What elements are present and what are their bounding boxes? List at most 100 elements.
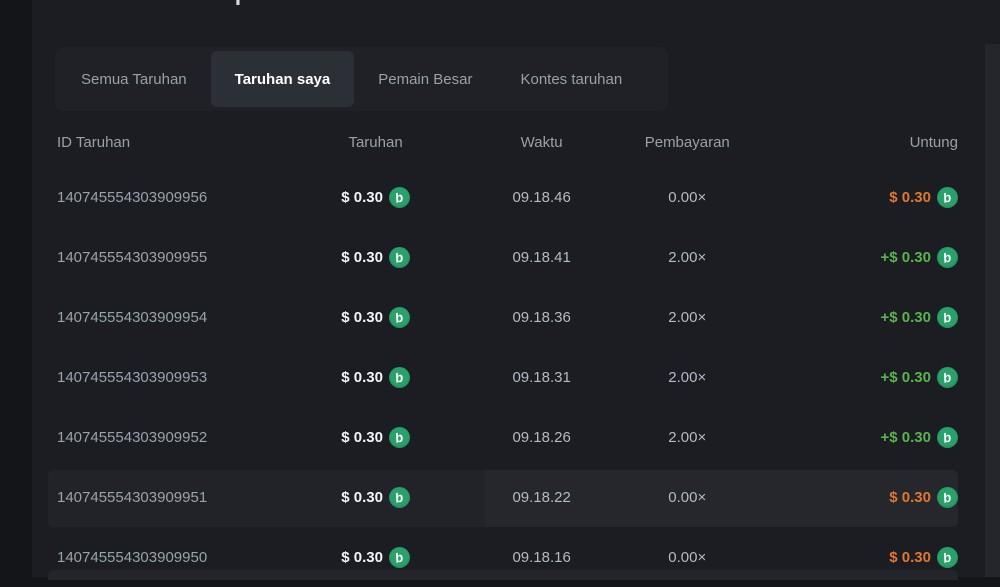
- green-coin-icon: b: [389, 427, 410, 448]
- coin-glyph: b: [394, 370, 405, 385]
- section-title-clipped: Taruhan & Balapan terbaru: [65, 0, 485, 8]
- green-coin-icon: b: [389, 487, 410, 508]
- bet-profit-cell: $ 0.30b: [749, 547, 958, 568]
- column-header-profit: Untung: [749, 134, 958, 151]
- bet-payout-cell: 0.00×: [626, 549, 749, 566]
- bet-time-cell: 09.18.41: [457, 249, 625, 266]
- bet-time: 09.18.46: [512, 189, 570, 206]
- bet-payout-cell: 2.00×: [626, 249, 749, 266]
- tab-taruhan-saya[interactable]: Taruhan saya: [211, 51, 355, 107]
- green-coin-icon: b: [937, 367, 958, 388]
- green-coin-icon: b: [389, 367, 410, 388]
- column-header-time: Waktu: [457, 134, 625, 151]
- coin-glyph: b: [394, 250, 405, 265]
- bet-profit-cell: $ 0.30b: [749, 187, 958, 208]
- bet-time: 09.18.41: [512, 249, 570, 266]
- bet-time-cell: 09.18.36: [457, 309, 625, 326]
- column-header-id: ID Taruhan: [48, 134, 294, 151]
- bet-payout-multiplier: 2.00×: [668, 249, 706, 266]
- bet-id[interactable]: 140745554303909951: [48, 489, 294, 506]
- bet-time-cell: 09.18.26: [457, 429, 625, 446]
- bet-payout-multiplier: 2.00×: [668, 429, 706, 446]
- tab-label: Taruhan saya: [235, 71, 331, 88]
- bet-row[interactable]: 140745554303909956$ 0.30b09.18.460.00×$ …: [48, 167, 958, 227]
- green-coin-icon: b: [389, 307, 410, 328]
- bet-profit-cell: $ 0.30b: [749, 487, 958, 508]
- coin-glyph: b: [942, 370, 953, 385]
- bets-tab-bar: Semua Taruhan Taruhan saya Pemain Besar …: [55, 47, 668, 111]
- tab-semua-taruhan[interactable]: Semua Taruhan: [57, 51, 211, 107]
- bet-amount-cell: $ 0.30 b: [294, 427, 458, 448]
- coin-glyph: b: [394, 190, 405, 205]
- bet-time: 09.18.26: [512, 429, 570, 446]
- bet-id[interactable]: 140745554303909955: [48, 249, 294, 266]
- bet-amount: $ 0.30: [341, 489, 383, 506]
- bet-time-cell: 09.18.16: [457, 549, 625, 566]
- page-title: Taruhan & Balapan terbaru: [65, 0, 485, 6]
- bet-amount-cell: $ 0.30 b: [294, 367, 458, 388]
- bet-payout-multiplier: 0.00×: [668, 489, 706, 506]
- bet-amount: $ 0.30: [341, 189, 383, 206]
- tab-pemain-besar[interactable]: Pemain Besar: [354, 51, 496, 107]
- bet-profit-amount: +$ 0.30: [881, 309, 931, 326]
- tab-kontes-taruhan[interactable]: Kontes taruhan: [496, 51, 646, 107]
- bet-payout-cell: 0.00×: [626, 189, 749, 206]
- bets-panel: Taruhan & Balapan terbaru Semua Taruhan …: [32, 0, 1000, 577]
- coin-glyph: b: [942, 310, 953, 325]
- column-header-payout: Pembayaran: [626, 134, 749, 151]
- bet-time: 09.18.36: [512, 309, 570, 326]
- bet-amount-cell: $ 0.30 b: [294, 307, 458, 328]
- right-edge-panel: [985, 44, 1000, 577]
- bet-payout-multiplier: 0.00×: [668, 189, 706, 206]
- green-coin-icon: b: [937, 427, 958, 448]
- green-coin-icon: b: [389, 247, 410, 268]
- green-coin-icon: b: [937, 487, 958, 508]
- green-coin-icon: b: [389, 187, 410, 208]
- green-coin-icon: b: [389, 547, 410, 568]
- bet-time: 09.18.16: [512, 549, 570, 566]
- bets-table: ID Taruhan Taruhan Waktu Pembayaran Untu…: [48, 117, 958, 587]
- bet-amount: $ 0.30: [341, 429, 383, 446]
- coin-glyph: b: [942, 250, 953, 265]
- bet-amount-cell: $ 0.30b: [294, 547, 458, 568]
- bet-profit-amount: +$ 0.30: [881, 249, 931, 266]
- coin-glyph: b: [394, 310, 405, 325]
- bet-id[interactable]: 140745554303909952: [48, 429, 294, 446]
- green-coin-icon: b: [937, 247, 958, 268]
- bet-row[interactable]: 140745554303909954 $ 0.30 b 09.18.36 2.00× +$…: [48, 287, 958, 347]
- bet-id[interactable]: 140745554303909950: [48, 549, 294, 566]
- bet-profit-cell: +$ 0.30 b: [749, 307, 958, 328]
- bet-row[interactable]: 140745554303909952 $ 0.30 b 09.18.26 2.00× +$…: [48, 407, 958, 467]
- coin-glyph: b: [942, 550, 953, 565]
- tab-label: Pemain Besar: [378, 71, 472, 88]
- bet-row[interactable]: 140745554303909955 $ 0.30 b 09.18.41 2.00× +$…: [48, 227, 958, 287]
- bet-payout-cell: 0.00×: [626, 489, 749, 506]
- bet-time: 09.18.22: [512, 489, 570, 506]
- bet-amount: $ 0.30: [341, 369, 383, 386]
- coin-glyph: b: [942, 430, 953, 445]
- bet-amount-cell: $ 0.30 b: [294, 187, 458, 208]
- coin-glyph: b: [394, 490, 405, 505]
- green-coin-icon: b: [937, 187, 958, 208]
- bet-time-cell: 09.18.46: [457, 189, 625, 206]
- bet-id[interactable]: 140745554303909956: [48, 189, 294, 206]
- bet-payout-cell: 2.00×: [626, 369, 749, 386]
- bet-payout-multiplier: 2.00×: [668, 369, 706, 386]
- bet-amount: $ 0.30: [341, 309, 383, 326]
- bet-profit-amount: +$ 0.30: [881, 369, 931, 386]
- bet-payout-multiplier: 2.00×: [668, 309, 706, 326]
- bet-amount-cell: $ 0.30 b: [294, 487, 458, 508]
- bet-row[interactable]: 140745554303909951$ 0.30b09.18.220.00×$ …: [48, 467, 958, 527]
- bet-profit-amount: +$ 0.30: [881, 429, 931, 446]
- bet-profit-cell: +$ 0.30 b: [749, 427, 958, 448]
- bet-profit-cell: +$ 0.30 b: [749, 247, 958, 268]
- bet-payout-multiplier: 0.00×: [668, 549, 706, 566]
- bet-row[interactable]: 140745554303909953 $ 0.30 b 09.18.31 2.00× +$…: [48, 347, 958, 407]
- bet-id[interactable]: 140745554303909954: [48, 309, 294, 326]
- bet-time: 09.18.31: [512, 369, 570, 386]
- coin-glyph: b: [394, 550, 405, 565]
- tab-label: Kontes taruhan: [520, 71, 622, 88]
- bet-id[interactable]: 140745554303909953: [48, 369, 294, 386]
- bet-payout-cell: 2.00×: [626, 309, 749, 326]
- bet-amount: $ 0.30: [341, 249, 383, 266]
